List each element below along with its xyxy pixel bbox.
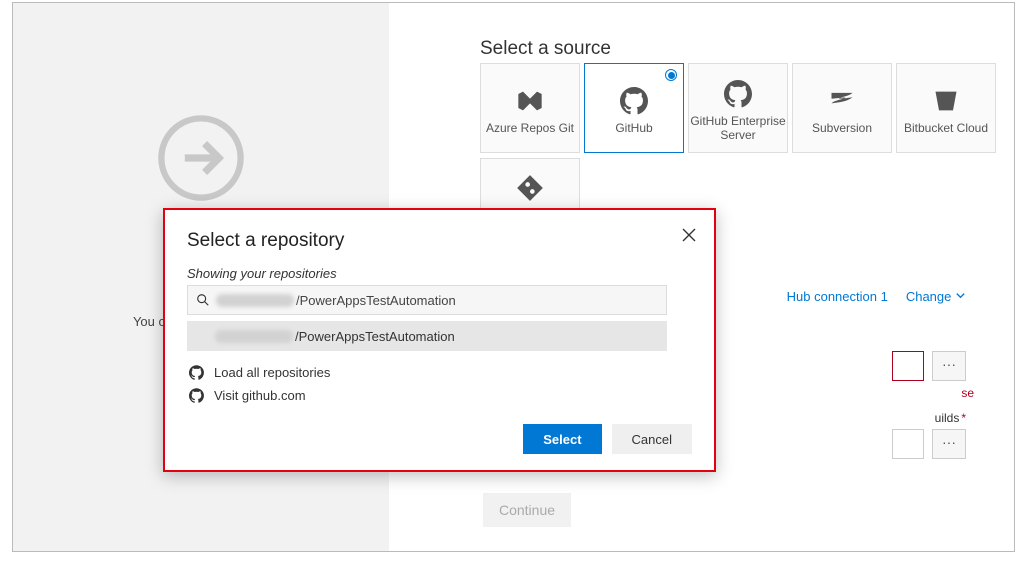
builds-label: uilds* (935, 411, 966, 425)
blurred-owner-text (216, 294, 294, 307)
change-connection-link[interactable]: Change (906, 289, 966, 304)
builds-input-partial[interactable] (892, 429, 924, 459)
subversion-icon (828, 87, 856, 115)
source-cards-row: Azure Repos Git GitHub GitHub Enterprise… (480, 63, 996, 153)
source-card-subversion[interactable]: Subversion (792, 63, 892, 153)
validation-error-text: se (961, 386, 974, 400)
showing-repositories-label: Showing your repositories (187, 266, 692, 281)
source-card-azure-repos[interactable]: Azure Repos Git (480, 63, 580, 153)
search-value: /PowerAppsTestAutomation (296, 293, 456, 308)
github-icon (189, 365, 204, 380)
card-label: Azure Repos Git (486, 121, 574, 135)
visit-github-link[interactable]: Visit github.com (187, 384, 692, 407)
visual-studio-icon (516, 87, 544, 115)
repo-extra-links: Load all repositories Visit github.com (187, 361, 692, 407)
browse-button-2[interactable]: ··· (932, 429, 966, 459)
github-icon (620, 87, 648, 115)
git-icon (516, 174, 544, 202)
dialog-title: Select a repository (187, 230, 692, 252)
selected-radio-icon (665, 69, 677, 81)
browse-button-1[interactable]: ··· (932, 351, 966, 381)
main-panel: Select Tell You can customize how Select… (12, 2, 1015, 552)
card-label: GitHub Enterprise Server (689, 114, 787, 142)
card-label: Subversion (812, 121, 872, 135)
github-icon (724, 80, 752, 108)
connection-row: Hub connection 1 Change (787, 289, 966, 304)
search-icon (196, 293, 210, 307)
continue-button[interactable]: Continue (483, 493, 571, 527)
bitbucket-icon (932, 87, 960, 115)
blurred-owner-text (215, 330, 293, 343)
repo-path-input-partial[interactable] (892, 351, 924, 381)
cancel-button[interactable]: Cancel (612, 424, 692, 454)
source-card-github-enterprise[interactable]: GitHub Enterprise Server (688, 63, 788, 153)
select-button[interactable]: Select (523, 424, 601, 454)
select-repository-dialog: Select a repository Showing your reposit… (163, 208, 716, 472)
dialog-footer: Select Cancel (523, 424, 692, 454)
chevron-down-icon (955, 290, 966, 301)
connection-link[interactable]: Hub connection 1 (787, 289, 888, 304)
select-source-heading: Select a source (480, 38, 611, 60)
github-icon (189, 388, 204, 403)
repository-list-item[interactable]: /PowerAppsTestAutomation (187, 321, 667, 351)
close-icon[interactable] (682, 228, 696, 242)
source-card-github[interactable]: GitHub (584, 63, 684, 153)
load-all-repositories-link[interactable]: Load all repositories (187, 361, 692, 384)
source-card-bitbucket[interactable]: Bitbucket Cloud (896, 63, 996, 153)
card-label: GitHub (615, 121, 652, 135)
card-label: Bitbucket Cloud (904, 121, 988, 135)
arrow-right-circle-icon (156, 113, 246, 203)
repo-name: /PowerAppsTestAutomation (295, 329, 455, 344)
repository-search-input[interactable]: /PowerAppsTestAutomation (187, 285, 667, 315)
